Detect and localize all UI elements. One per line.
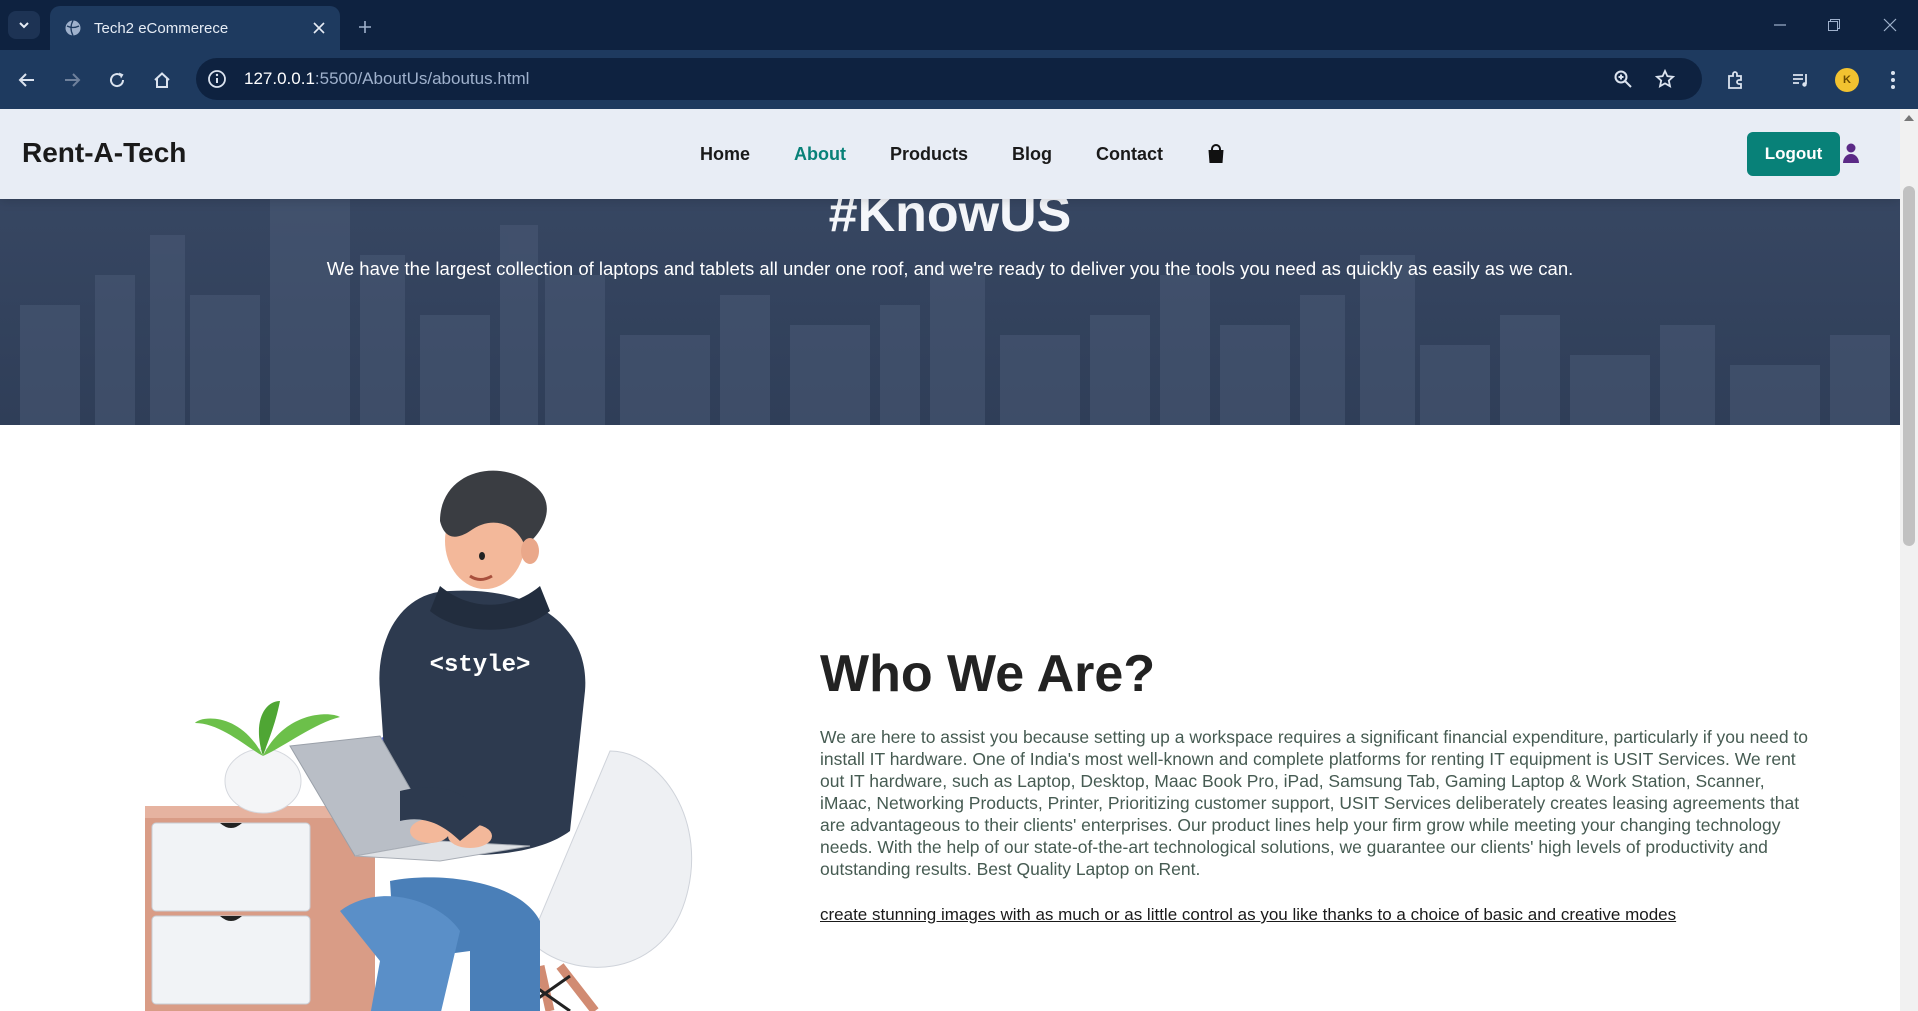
page-scrollbar[interactable] bbox=[1900, 109, 1918, 1011]
url-path: :5500/AboutUs/aboutus.html bbox=[314, 69, 530, 88]
minimize-icon[interactable] bbox=[1760, 8, 1800, 42]
site-info-icon[interactable] bbox=[200, 62, 234, 96]
browser-titlebar: Tech2 eCommerece bbox=[0, 0, 1918, 50]
forward-icon[interactable] bbox=[55, 63, 89, 97]
profile-avatar[interactable]: K bbox=[1830, 63, 1864, 97]
nav-products-link[interactable]: Products bbox=[890, 144, 968, 165]
profile-initial: K bbox=[1835, 68, 1859, 92]
tab-search-button[interactable] bbox=[8, 11, 40, 39]
chevron-down-icon bbox=[19, 22, 29, 29]
reload-icon[interactable] bbox=[100, 63, 134, 97]
site-header: Rent-A-Tech Home About Products Blog Con… bbox=[0, 109, 1900, 199]
kebab-menu-icon[interactable] bbox=[1876, 63, 1910, 97]
hero-subtitle: We have the largest collection of laptop… bbox=[326, 258, 1574, 279]
bookmark-star-icon[interactable] bbox=[1648, 62, 1682, 96]
scrollbar-thumb[interactable] bbox=[1903, 186, 1915, 546]
marquee-text: create stunning images with as much or a… bbox=[820, 905, 1677, 924]
hoodie-text: <style> bbox=[430, 652, 531, 679]
logout-button[interactable]: Logout bbox=[1747, 132, 1840, 176]
zoom-icon[interactable] bbox=[1606, 62, 1640, 96]
url-host: 127.0.0.1 bbox=[244, 69, 315, 88]
browser-toolbar: 127.0.0.1:5500/AboutUs/aboutus.html K bbox=[0, 50, 1918, 109]
about-description: We are here to assist you because settin… bbox=[820, 727, 1809, 879]
scroll-up-arrow-icon[interactable] bbox=[1904, 115, 1914, 121]
tab-title: Tech2 eCommerece bbox=[94, 19, 229, 37]
back-icon[interactable] bbox=[10, 63, 44, 97]
nav-about-link[interactable]: About bbox=[794, 144, 846, 165]
close-tab-icon[interactable] bbox=[304, 13, 334, 43]
globe-icon bbox=[65, 20, 81, 36]
restore-icon[interactable] bbox=[1814, 8, 1854, 42]
close-window-icon[interactable] bbox=[1870, 8, 1910, 42]
about-title: Who We Are? bbox=[820, 645, 1156, 703]
nav-contact-link[interactable]: Contact bbox=[1096, 144, 1163, 165]
browser-tab[interactable]: Tech2 eCommerece bbox=[50, 6, 340, 50]
page-viewport: #KnowUS We have the largest collection o… bbox=[0, 109, 1900, 1011]
url-text: 127.0.0.1:5500/AboutUs/aboutus.html bbox=[244, 69, 529, 89]
new-tab-icon[interactable] bbox=[350, 12, 380, 42]
address-bar[interactable]: 127.0.0.1:5500/AboutUs/aboutus.html bbox=[196, 58, 1702, 100]
nav-home-link[interactable]: Home bbox=[700, 144, 750, 165]
developer-illustration: <style> bbox=[145, 470, 693, 1011]
nav-blog-link[interactable]: Blog bbox=[1012, 144, 1052, 165]
site-logo[interactable]: Rent-A-Tech bbox=[22, 137, 186, 169]
cart-bag-icon[interactable] bbox=[1207, 144, 1225, 164]
home-icon[interactable] bbox=[145, 63, 179, 97]
extensions-icon[interactable] bbox=[1718, 63, 1752, 97]
main-nav: Home About Products Blog Contact bbox=[700, 109, 1225, 199]
media-queue-icon[interactable] bbox=[1784, 63, 1818, 97]
user-icon[interactable] bbox=[1843, 143, 1859, 163]
